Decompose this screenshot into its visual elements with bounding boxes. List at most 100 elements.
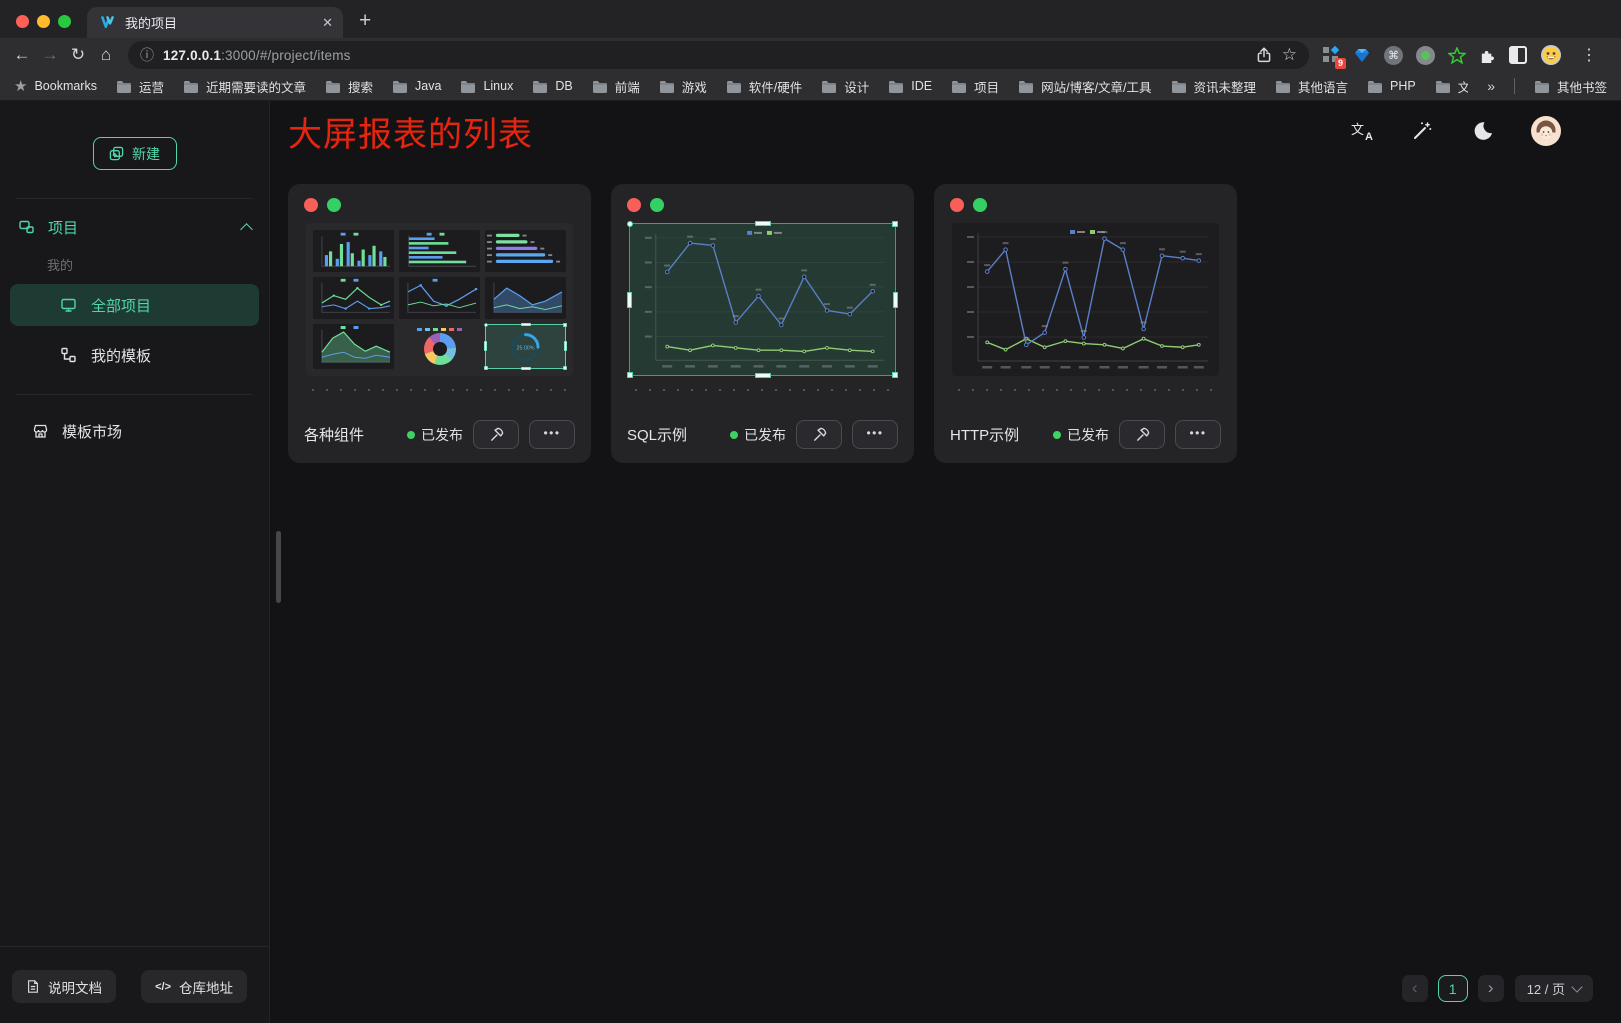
profile-avatar-icon[interactable] [1540,44,1562,66]
app-root: 新建 项目 我的 全部项目 [0,101,1621,1023]
traffic-lights [0,15,87,38]
tab-strip: 我的项目 ✕ + [0,0,1621,38]
star-icon: ★ [14,77,27,95]
project-thumbnail[interactable]: 25.00% [306,223,573,376]
mini-hbar-chart [399,230,480,272]
sidebar-item-all-projects[interactable]: 全部项目 [10,284,259,326]
status-label: 已发布 [744,425,786,445]
bookmark-folder[interactable]: Java [392,79,441,93]
green-dot [973,198,987,212]
mini-donut-chart [399,324,480,369]
more-button[interactable]: ••• [529,420,575,449]
bookmark-folder[interactable]: 搜索 [325,77,373,96]
browser-tab[interactable]: 我的项目 ✕ [87,7,343,38]
close-window-button[interactable] [16,15,29,28]
forward-icon[interactable]: → [36,42,64,68]
folder-icon [951,80,967,93]
bookmark-folder[interactable]: DB [532,79,572,93]
mini-bar-chart [313,230,394,272]
project-card[interactable]: HTTP示例 已发布 ••• [934,184,1237,463]
bookmark-folder[interactable]: 资讯未整理 [1171,77,1257,96]
project-card[interactable]: SQL示例 已发布 ••• [611,184,914,463]
bookmarks-bar: ★ Bookmarks 运营 近期需要读的文章 搜索 Java Linux DB… [0,72,1621,101]
other-bookmarks[interactable]: 其他书签 [1534,77,1607,96]
gem-extension-icon[interactable] [1353,47,1371,64]
more-button[interactable]: ••• [1175,420,1221,449]
bookmark-folder-label: 其他语言 [1298,77,1348,96]
tab-title: 我的项目 [125,13,313,32]
tab-close-icon[interactable]: ✕ [322,15,333,31]
browser-menu-icon[interactable]: ⋮ [1575,45,1603,65]
bookmark-folder[interactable]: 前端 [592,77,640,96]
reload-icon[interactable]: ↻ [64,42,92,68]
magic-wand-icon[interactable] [1411,120,1433,142]
project-thumbnail-selected[interactable] [629,223,896,376]
sidebar-group-label: 我的 [47,255,269,274]
puzzle-extensions-icon[interactable] [1479,47,1496,64]
folder-icon [532,80,548,93]
bookmark-folder[interactable]: 项目 [951,77,999,96]
bookmark-folder-label: 网站/博客/文章/工具 [1041,77,1151,96]
card-window-dots [950,198,1221,212]
bookmark-folder[interactable]: 软件/硬件 [726,77,802,96]
bookmark-folder[interactable]: Linux [460,79,513,93]
user-avatar[interactable] [1531,116,1561,146]
page-info-icon[interactable]: ⓘ [140,45,154,65]
bookmark-folder[interactable]: PHP [1367,79,1416,93]
dark-reader-icon[interactable] [1509,46,1527,64]
green-star-extension-icon[interactable] [1448,47,1466,64]
prev-page-button[interactable]: ‹ [1402,975,1428,1002]
bookmarks-overflow-chevron[interactable]: » [1487,78,1495,94]
scrollbar-thumb[interactable] [276,531,281,603]
repo-button[interactable]: </> 仓库地址 [141,970,247,1003]
edit-button[interactable] [796,420,842,449]
share-icon[interactable] [1255,46,1273,64]
bookmark-folder[interactable]: 游戏 [659,77,707,96]
bookmark-folder[interactable]: 运营 [116,77,164,96]
more-button[interactable]: ••• [852,420,898,449]
dark-mode-moon-icon[interactable] [1471,120,1493,142]
record-extension-icon[interactable] [1416,46,1435,65]
address-bar[interactable]: ⓘ 127.0.0.1:3000/#/project/items ☆ [128,41,1309,69]
bookmark-folder[interactable]: 文件服务器 [1435,77,1468,96]
project-thumbnail[interactable] [952,223,1219,376]
new-copy-plus-icon [109,146,124,161]
bookmark-folder[interactable]: 其他语言 [1275,77,1348,96]
project-card[interactable]: 25.00% 各种组件 已发布 [288,184,591,463]
sidebar-item-template-market[interactable]: 模板市场 [18,409,251,453]
ellipsis-icon: ••• [1189,426,1206,440]
status-dot [1053,431,1061,439]
bookmark-folder[interactable]: 近期需要读的文章 [183,77,306,96]
zoom-window-button[interactable] [58,15,71,28]
back-icon[interactable]: ← [8,42,36,68]
language-icon[interactable]: 文A [1351,121,1373,141]
command-extension-icon[interactable]: ⌘ [1384,46,1403,65]
docs-button[interactable]: 说明文档 [12,970,116,1003]
edit-button[interactable] [1119,420,1165,449]
home-icon[interactable]: ⌂ [92,42,120,68]
minimize-window-button[interactable] [37,15,50,28]
page-size-select[interactable]: 12 / 页 [1515,975,1593,1002]
edit-button[interactable] [473,420,519,449]
page-title: 大屏报表的列表 [288,107,533,156]
chevron-up-icon[interactable] [240,223,253,236]
extension-badge: 9 [1335,58,1346,69]
bookmarks-folders: 运营 近期需要读的文章 搜索 Java Linux DB 前端 游戏 软件/硬件… [116,77,1468,96]
new-project-button[interactable]: 新建 [93,137,177,170]
bookmarks-manager-item[interactable]: ★ Bookmarks [14,77,97,95]
current-page-button[interactable]: 1 [1438,975,1468,1002]
bookmark-folder[interactable]: IDE [888,79,932,93]
new-project-label: 新建 [132,144,160,164]
new-tab-button[interactable]: + [343,9,387,38]
bookmark-folder[interactable]: 设计 [821,77,869,96]
folder-icon [592,80,608,93]
sidebar-section-project[interactable]: 项目 [18,205,251,249]
sidebar-item-my-templates[interactable]: 我的模板 [10,334,259,376]
extension-grid-icon[interactable]: 9 [1323,47,1340,64]
sidebar-bottom: 说明文档 </> 仓库地址 [0,946,269,1023]
bookmark-star-icon[interactable]: ☆ [1282,45,1297,65]
folder-icon [821,80,837,93]
next-page-button[interactable]: › [1478,975,1504,1002]
bookmark-folder[interactable]: 网站/博客/文章/工具 [1018,77,1151,96]
folder-icon [1435,80,1451,93]
